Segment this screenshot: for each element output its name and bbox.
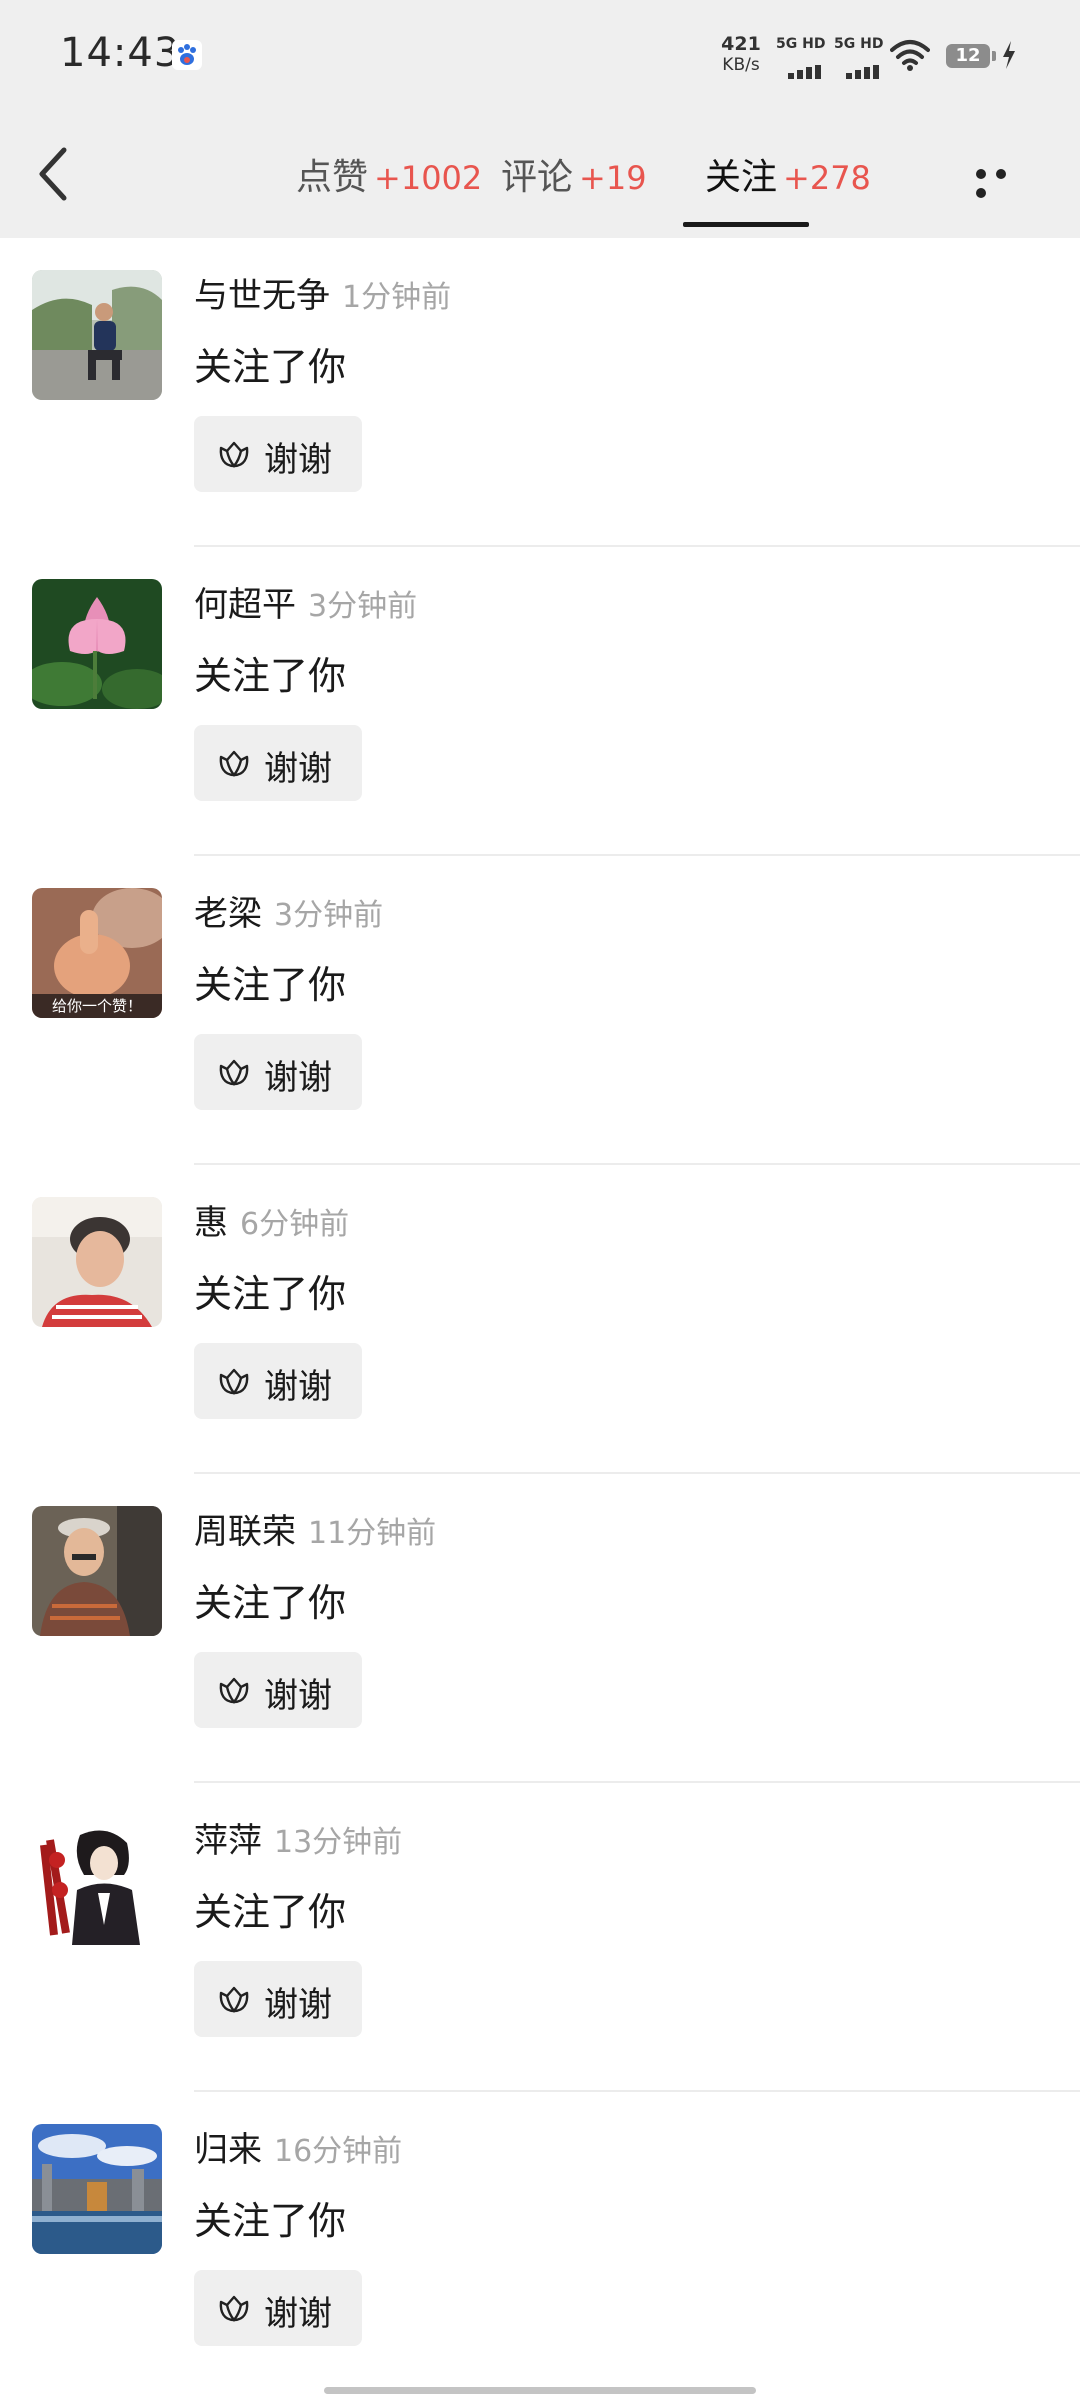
tab-comments-label: 评论 [501,157,574,198]
action-text: 关注了你 [194,654,347,698]
action-text: 关注了你 [194,1581,347,1625]
thanks-button-label: 谢谢 [264,1676,332,1716]
battery-indicator: 12 [946,44,996,68]
tab-follows-count: +278 [783,159,871,197]
status-bar: 14:43 421 KB/s 5G HD 5G HD 12 [0,0,1080,110]
tab-likes-label: 点赞 [296,157,369,198]
flower-icon [219,2295,249,2322]
thanks-button[interactable]: 谢谢 [194,2270,362,2346]
thanks-button-label: 谢谢 [264,2294,332,2334]
flower-icon [219,750,249,777]
list-item[interactable]: 归来 16分钟前 关注了你 谢谢 [0,2092,1080,2401]
action-text: 关注了你 [194,345,347,389]
sim1-label: 5G HD [776,36,826,52]
action-text: 关注了你 [194,1272,347,1316]
name-line: 惠 6分钟前 [194,1195,349,1244]
baidu-paw-icon [172,40,202,70]
time-ago: 1分钟前 [342,280,452,315]
home-indicator[interactable] [324,2387,756,2394]
name-line: 何超平 3分钟前 [194,577,417,626]
tab-likes-count: +1002 [374,159,483,197]
time-ago: 3分钟前 [308,589,418,624]
thanks-button[interactable]: 谢谢 [194,416,362,492]
thanks-button-label: 谢谢 [264,749,332,789]
name-line: 老梁 3分钟前 [194,886,383,935]
user-name[interactable]: 惠 [194,1203,228,1243]
thanks-button-label: 谢谢 [264,440,332,480]
time-ago: 13分钟前 [274,1825,403,1860]
user-name[interactable]: 老梁 [194,894,262,934]
signal-bars-icon [788,60,824,79]
user-name[interactable]: 周联荣 [194,1512,296,1552]
avatar[interactable] [32,270,162,400]
time-ago: 3分钟前 [274,898,384,933]
tab-likes[interactable]: 点赞 +1002 [296,148,482,198]
sim1-signal: 5G HD [776,36,828,79]
time-ago: 11分钟前 [308,1516,437,1551]
wifi-icon [890,40,930,71]
network-speed-value: 421 [721,33,761,55]
sim2-label: 5G HD [834,36,884,52]
flower-icon [219,1368,249,1395]
status-time: 14:43 [60,30,181,76]
flower-icon [219,1986,249,2013]
thanks-button[interactable]: 谢谢 [194,1961,362,2037]
list-item[interactable]: 惠 6分钟前 关注了你 谢谢 [0,1165,1080,1474]
top-nav-bar: 点赞 +1002 评论 +19 关注 +278 [0,110,1080,238]
list-item[interactable]: 周联荣 11分钟前 关注了你 谢谢 [0,1474,1080,1783]
user-name[interactable]: 萍萍 [194,1821,262,1861]
time-ago: 6分钟前 [240,1207,350,1242]
avatar[interactable] [32,1506,162,1636]
avatar[interactable] [32,1815,162,1945]
time-ago: 16分钟前 [274,2134,403,2169]
thanks-button-label: 谢谢 [264,1058,332,1098]
name-line: 萍萍 13分钟前 [194,1813,402,1862]
more-horizontal-icon[interactable] [976,164,1032,198]
sim2-signal: 5G HD [834,36,886,79]
flower-icon [219,441,249,468]
tab-bar: 点赞 +1002 评论 +19 关注 +278 [0,110,1080,238]
active-tab-indicator [683,222,809,227]
thanks-button-label: 谢谢 [264,1985,332,2025]
bolt-icon [1003,41,1015,69]
signal-bars-icon [846,60,882,79]
thanks-button[interactable]: 谢谢 [194,1343,362,1419]
list-item[interactable]: 与世无争 1分钟前 关注了你 谢谢 [0,238,1080,547]
thanks-button-label: 谢谢 [264,1367,332,1407]
name-line: 周联荣 11分钟前 [194,1504,436,1553]
action-text: 关注了你 [194,2199,347,2243]
avatar[interactable] [32,579,162,709]
tab-follows[interactable]: 关注 +278 [705,148,871,198]
name-line: 归来 16分钟前 [194,2122,402,2171]
tab-comments[interactable]: 评论 +19 [501,148,647,198]
network-speed-unit: KB/s [722,55,760,75]
thanks-button[interactable]: 谢谢 [194,1034,362,1110]
list-item[interactable]: 给你一个赞！ 老梁 3分钟前 关注了你 谢谢 [0,856,1080,1165]
tab-comments-count: +19 [579,159,647,197]
tab-follows-label: 关注 [705,157,778,198]
list-item[interactable]: 何超平 3分钟前 关注了你 谢谢 [0,547,1080,856]
name-line: 与世无争 1分钟前 [194,268,451,317]
list-item[interactable]: 萍萍 13分钟前 关注了你 谢谢 [0,1783,1080,2092]
avatar[interactable]: 给你一个赞！ [32,888,162,1018]
avatar[interactable] [32,1197,162,1327]
network-speed: 421 KB/s [716,34,766,76]
avatar[interactable] [32,2124,162,2254]
user-name[interactable]: 归来 [194,2130,262,2170]
user-name[interactable]: 何超平 [194,585,296,625]
avatar-caption: 给你一个赞！ [51,997,142,1015]
thanks-button[interactable]: 谢谢 [194,1652,362,1728]
flower-icon [219,1677,249,1704]
user-name[interactable]: 与世无争 [194,276,330,316]
action-text: 关注了你 [194,963,347,1007]
flower-icon [219,1059,249,1086]
thanks-button[interactable]: 谢谢 [194,725,362,801]
follower-notification-list: 与世无争 1分钟前 关注了你 谢谢 何超平 3分钟前 关注了你 谢谢 给你一个赞… [0,238,1080,2401]
action-text: 关注了你 [194,1890,347,1934]
